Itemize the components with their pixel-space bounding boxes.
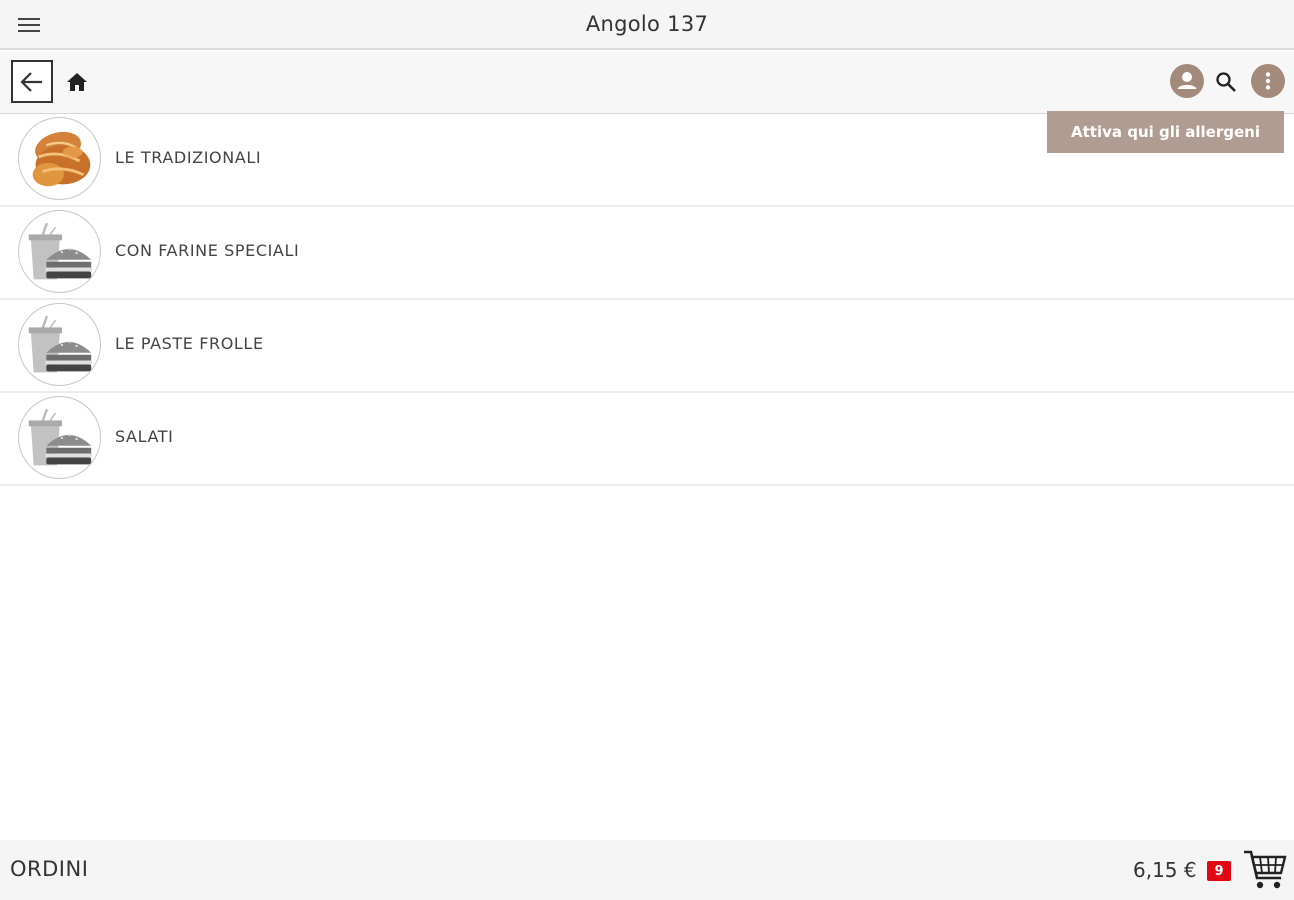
category-item-salati[interactable]: SALATI [0,393,1294,486]
order-total: 6,15 € [1133,858,1197,882]
more-vertical-icon [1265,72,1271,90]
category-list: LE TRADIZIONALI CON FARINE SPECIALI LE P… [0,114,1294,486]
food-placeholder-icon [18,303,101,386]
category-label: CON FARINE SPECIALI [115,240,300,260]
app-title: Angolo 137 [585,12,709,36]
category-label: LE PASTE FROLLE [115,333,264,353]
food-placeholder-icon [18,396,101,479]
title-bar: Angolo 137 [0,0,1294,50]
search-icon [1216,72,1236,92]
orders-button[interactable]: ORDINI [10,857,88,881]
category-label: LE TRADIZIONALI [115,147,262,167]
toolbar [0,52,1294,114]
arrow-left-icon [20,71,42,92]
allergens-tooltip[interactable]: Attiva qui gli allergeni [1047,111,1284,153]
shopping-cart-icon [1244,850,1287,889]
category-item-con-farine-speciali[interactable]: CON FARINE SPECIALI [0,207,1294,300]
croissant-image [18,117,101,200]
orders-bar: ORDINI 6,15 € 9 [0,840,1294,900]
more-options-button[interactable] [1251,64,1285,98]
cart-button[interactable] [1242,848,1288,892]
user-account-icon [1177,72,1197,89]
home-button[interactable] [64,69,90,95]
search-button[interactable] [1213,69,1239,95]
category-item-le-paste-frolle[interactable]: LE PASTE FROLLE [0,300,1294,393]
home-icon [67,73,87,91]
category-label: SALATI [115,426,174,446]
app-root: Angolo 137 Attiva qui gli allergeni LE T… [0,0,1294,900]
back-button[interactable] [11,60,53,103]
user-account-button[interactable] [1170,64,1204,98]
cart-count-badge: 9 [1207,861,1231,881]
food-placeholder-icon [18,210,101,293]
